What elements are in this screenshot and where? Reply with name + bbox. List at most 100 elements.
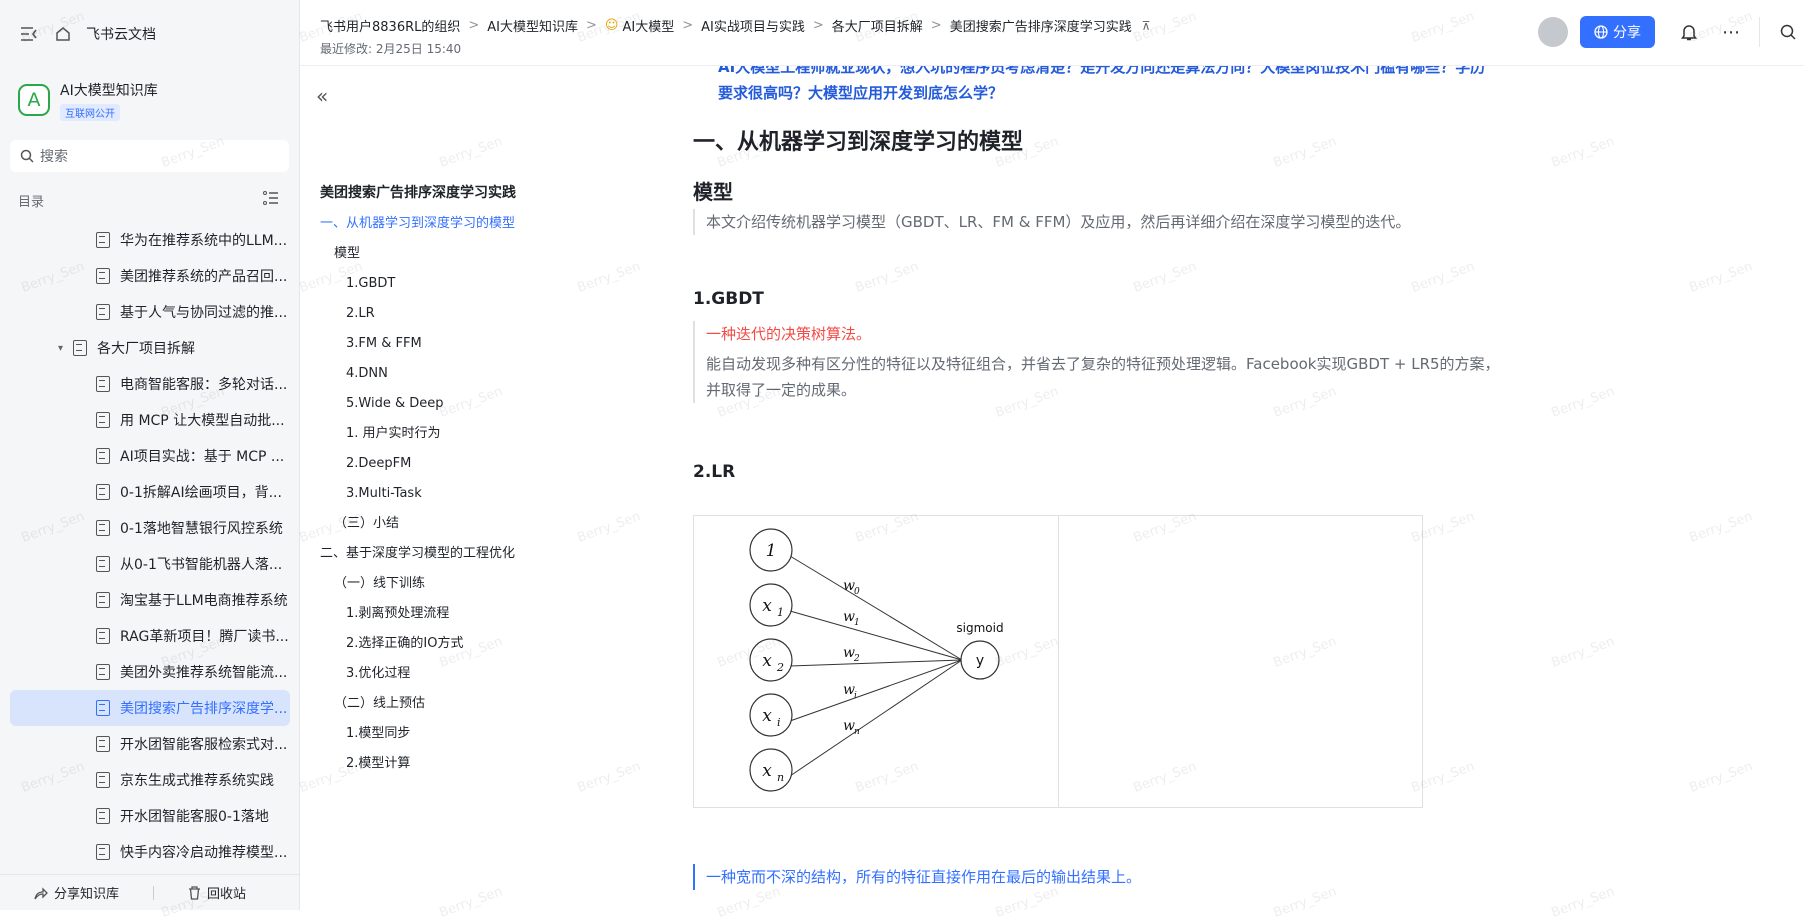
more-icon[interactable]: ⋯ xyxy=(1715,16,1747,48)
tree-item[interactable]: 基于人气与协同过滤的推... xyxy=(10,294,290,330)
outline-item[interactable]: 3.FM & FFM xyxy=(320,329,560,359)
diagram-edge xyxy=(789,659,963,667)
outline-item[interactable]: 3.优化过程 xyxy=(320,659,560,689)
home-icon[interactable] xyxy=(52,23,74,45)
diagram-input-subscript: 2 xyxy=(776,661,784,674)
tree-item[interactable]: 快手内容冷启动推荐模型... xyxy=(10,834,290,870)
document-icon xyxy=(96,412,110,428)
outline-item[interactable]: 2.模型计算 xyxy=(320,749,560,779)
tree-item[interactable]: 从0-1飞书智能机器人落... xyxy=(10,546,290,582)
document-icon xyxy=(96,448,110,464)
tree-item-label: RAG革新项目！腾厂读书... xyxy=(120,629,289,645)
outline-item[interactable]: 2.DeepFM xyxy=(320,449,560,479)
tree-item[interactable]: 开水团智能客服0-1落地 xyxy=(10,798,290,834)
sidebar-footer: 分享知识库 回收站 xyxy=(0,874,300,910)
tree-item[interactable]: 电商智能客服：多轮对话... xyxy=(10,366,290,402)
collapse-outline-icon[interactable]: « xyxy=(316,84,328,108)
diagram-input-subscript: n xyxy=(777,771,784,784)
outline-item[interactable]: 4.DNN xyxy=(320,359,560,389)
tree-item-label: 基于人气与协同过滤的推... xyxy=(120,305,288,321)
breadcrumb-separator-icon: > xyxy=(586,18,597,33)
lr-diagram-cell: 1 w 0 x 1 w 1 x 2 w 2 x i w i x n w n y sigmoid xyxy=(694,516,1059,807)
breadcrumb-separator-icon: > xyxy=(930,18,942,33)
outline-item[interactable]: 5.Wide & Deep xyxy=(320,389,560,419)
tree-item[interactable]: 0-1拆解AI绘画项目，背... xyxy=(10,474,290,510)
recycle-bin-label: 回收站 xyxy=(207,887,247,902)
outline-item[interactable]: （二）线上预估 xyxy=(320,689,560,719)
chevron-down-icon[interactable]: ▾ xyxy=(58,343,63,354)
promo-link-text[interactable]: AI大模型工程师就业现状，想入坑的程序员考虑清楚？是开发方向还是算法方向？大模型… xyxy=(718,66,1498,106)
toc-list-icon[interactable] xyxy=(263,191,279,209)
outline-item[interactable]: 1.模型同步 xyxy=(320,719,560,749)
outline-item[interactable]: 二、基于深度学习模型的工程优化 xyxy=(320,539,560,569)
search-icon xyxy=(20,149,34,163)
document-icon xyxy=(96,736,110,752)
breadcrumb-item[interactable]: AI大模型知识库 xyxy=(487,16,578,35)
outline-item[interactable]: 1.剥离预处理流程 xyxy=(320,599,560,629)
diagram-edge xyxy=(789,659,963,777)
diagram-input-label: x xyxy=(762,651,772,671)
breadcrumb-item[interactable]: 美团搜索广告排序深度学习实践 xyxy=(950,16,1132,35)
outline-item[interactable]: 2.LR xyxy=(320,299,560,329)
collapse-sidebar-icon[interactable] xyxy=(18,23,40,45)
outline-item[interactable]: 模型 xyxy=(320,239,560,269)
document-icon xyxy=(96,772,110,788)
outline-item[interactable]: 3.Multi-Task xyxy=(320,479,560,509)
diagram-weight-subscript: 2 xyxy=(853,654,860,664)
diagram-weight-subscript: 0 xyxy=(854,587,860,597)
share-button[interactable]: 分享 xyxy=(1580,16,1655,48)
diagram-edge xyxy=(789,555,963,661)
breadcrumb-item[interactable]: AI实战项目与实践 xyxy=(701,16,805,35)
tree-item[interactable]: ▾ 各大厂项目拆解 xyxy=(10,330,290,366)
watermark-text: Berry_Sen xyxy=(575,259,643,296)
search-input[interactable]: 搜索 xyxy=(10,140,289,172)
document-icon xyxy=(96,376,110,392)
diagram-weight-subscript: i xyxy=(854,691,857,701)
app-brand[interactable]: 飞书云文档 xyxy=(86,24,156,44)
outline-title[interactable]: 美团搜索广告排序深度学习实践 xyxy=(320,182,516,202)
tree-item[interactable]: 美团推荐系统的产品召回... xyxy=(10,258,290,294)
lr-diagram: 1w 0x 1 w 1x 2w 2x iw ix nw nysigmoid xyxy=(749,528,1004,792)
tree-item[interactable]: RAG革新项目！腾厂读书... xyxy=(10,618,290,654)
tree-item-label: 开水团智能客服检索式对... xyxy=(120,737,288,753)
tree-item-active[interactable]: 美团搜索广告排序深度学... xyxy=(10,690,290,726)
document-icon xyxy=(96,556,110,572)
pin-icon[interactable]: ⊼ xyxy=(1142,19,1151,33)
tree-item-label: 美团外卖推荐系统智能流... xyxy=(120,665,288,681)
tree-item[interactable]: 0-1落地智慧银行风控系统 xyxy=(10,510,290,546)
gbdt-body: 能自动发现多种有区分性的特征以及特征组合，并省去了复杂的特征预处理逻辑。Face… xyxy=(706,355,1500,399)
tree-item[interactable]: 淘宝基于LLM电商推荐系统 xyxy=(10,582,290,618)
knowledge-base-header[interactable]: A AI大模型知识库 互联网公开 xyxy=(0,68,299,126)
outline-item[interactable]: （三）小结 xyxy=(320,509,560,539)
share-kb-button[interactable]: 分享知识库 xyxy=(34,883,119,902)
tree-item[interactable]: 用 MCP 让大模型自动批... xyxy=(10,402,290,438)
watermark-text: Berry_Sen xyxy=(1549,384,1617,421)
gbdt-highlight: 一种迭代的决策树算法。 xyxy=(706,325,872,343)
outline-item[interactable]: 1.GBDT xyxy=(320,269,560,299)
outline-item[interactable]: 1. 用户实时行为 xyxy=(320,419,560,449)
breadcrumb-item[interactable]: 各大厂项目拆解 xyxy=(832,16,923,35)
breadcrumb-item[interactable]: AI大模型 xyxy=(622,16,674,35)
recycle-bin-button[interactable]: 回收站 xyxy=(188,883,246,902)
outline-item[interactable]: 一、从机器学习到深度学习的模型 xyxy=(320,209,560,239)
breadcrumb-item[interactable]: 飞书用户8836RL的组织 xyxy=(320,16,460,35)
watermark-text: Berry_Sen xyxy=(575,509,643,546)
watermark-text: Berry_Sen xyxy=(1687,759,1755,796)
watermark-text: Berry_Sen xyxy=(1687,259,1755,296)
watermark-text: Berry_Sen xyxy=(1549,134,1617,171)
tree-item[interactable]: AI项目实战：基于 MCP ... xyxy=(10,438,290,474)
tree-item-label: 从0-1飞书智能机器人落... xyxy=(120,557,283,573)
tree-item[interactable]: 开水团智能客服检索式对... xyxy=(10,726,290,762)
sidebar-header: 飞书云文档 xyxy=(0,0,299,68)
outline-item[interactable]: 2.选择正确的IO方式 xyxy=(320,629,560,659)
breadcrumb-separator-icon: > xyxy=(682,18,694,33)
tree-item[interactable]: 华为在推荐系统中的LLM... xyxy=(10,222,290,258)
header-search-icon[interactable] xyxy=(1772,16,1804,48)
doc-header: 飞书用户8836RL的组织 > AI大模型知识库 > ☺ AI大模型 > AI实战项目与实践 >… xyxy=(300,0,1804,66)
header-actions: 分享 ⋯ xyxy=(1538,16,1804,48)
tree-item[interactable]: 美团外卖推荐系统智能流... xyxy=(10,654,290,690)
tree-item[interactable]: 京东生成式推荐系统实践 xyxy=(10,762,290,798)
outline-item[interactable]: （一）线下训练 xyxy=(320,569,560,599)
bell-icon[interactable] xyxy=(1673,16,1705,48)
avatar[interactable] xyxy=(1538,17,1568,47)
